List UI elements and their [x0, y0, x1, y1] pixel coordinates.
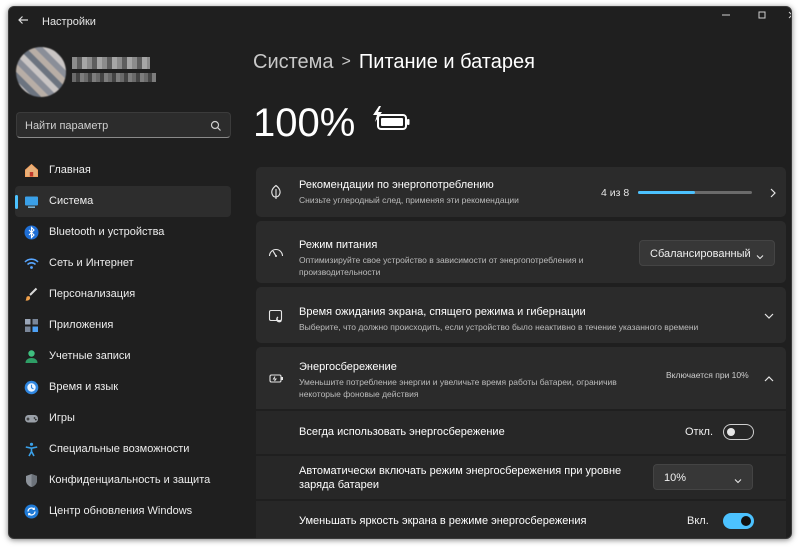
- always-saver-row: Всегда использовать энергосбережение Отк…: [256, 411, 786, 454]
- sidebar-item-time-language[interactable]: Время и язык: [15, 372, 231, 403]
- battery-saver-icon: [268, 370, 284, 386]
- active-indicator: [15, 195, 18, 209]
- power-mode-subtitle: Оптимизируйте свое устройство в зависимо…: [299, 255, 584, 277]
- sidebar-item-label: Специальные возможности: [49, 443, 190, 455]
- sidebar-item-home[interactable]: Главная: [15, 155, 231, 186]
- sidebar-item-windows-update[interactable]: Центр обновления Windows: [15, 496, 231, 527]
- sidebar-nav: Главная Система Bluetooth и устройства С…: [15, 155, 231, 527]
- chevron-down-icon[interactable]: [763, 309, 775, 321]
- breadcrumb-parent[interactable]: Система: [253, 51, 334, 73]
- recommendations-progress-bar: [638, 191, 752, 194]
- recommendations-subtitle: Снизьте углеродный след, применяя эти ре…: [299, 195, 519, 205]
- sidebar-item-label: Центр обновления Windows: [49, 505, 193, 517]
- toggle-knob: [741, 516, 751, 526]
- auto-saver-level-value: 10%: [664, 472, 687, 484]
- sidebar-item-label: Приложения: [49, 319, 114, 331]
- close-icon[interactable]: [785, 10, 791, 22]
- auto-saver-level-dropdown[interactable]: 10%: [653, 464, 753, 490]
- accounts-icon: [24, 349, 39, 364]
- profile-email-blurred: [72, 73, 156, 82]
- screen-timeout-subtitle: Выберите, что должно происходить, если у…: [299, 322, 699, 332]
- gauge-icon: [268, 244, 284, 260]
- sidebar-item-accounts[interactable]: Учетные записи: [15, 341, 231, 372]
- maximize-icon[interactable]: [755, 10, 769, 22]
- app-title: Настройки: [42, 16, 96, 28]
- battery-charging-icon: [369, 106, 413, 134]
- power-mode-card: Режим питания Оптимизируйте свое устройс…: [256, 221, 786, 283]
- progress-fill: [638, 191, 695, 194]
- lower-brightness-label: Уменьшать яркость экрана в режиме энерго…: [299, 515, 587, 527]
- sidebar-item-label: Учетные записи: [49, 350, 131, 362]
- chevron-down-icon: [733, 473, 743, 484]
- sidebar-item-label: Конфиденциальность и защита: [49, 474, 211, 486]
- power-mode-dropdown[interactable]: Сбалансированный: [639, 240, 775, 266]
- sidebar-item-label: Персонализация: [49, 288, 136, 300]
- sidebar-item-label: Система: [49, 195, 94, 207]
- auto-saver-label: Автоматически включать режим энергосбере…: [299, 465, 622, 491]
- sidebar-item-gaming[interactable]: Игры: [15, 403, 231, 434]
- search-icon[interactable]: [210, 119, 222, 131]
- chevron-down-icon: [755, 249, 765, 260]
- sidebar-item-label: Главная: [49, 164, 91, 176]
- screen-timeout-card[interactable]: Время ожидания экрана, спящего режима и …: [256, 287, 786, 343]
- lower-brightness-toggle[interactable]: [723, 513, 754, 529]
- gamepad-icon: [24, 411, 39, 426]
- back-arrow-icon[interactable]: [17, 14, 31, 28]
- sidebar-item-accessibility[interactable]: Специальные возможности: [15, 434, 231, 465]
- sidebar-item-system[interactable]: Система: [15, 186, 231, 217]
- brush-icon: [24, 287, 39, 302]
- sidebar-item-label: Игры: [49, 412, 75, 424]
- bluetooth-icon: [24, 225, 39, 240]
- breadcrumb: Система > Питание и батарея: [253, 51, 535, 74]
- screen-timeout-title: Время ожидания экрана, спящего режима и …: [299, 306, 586, 318]
- battery-saver-title: Энергосбережение: [299, 361, 397, 373]
- lower-brightness-state: Вкл.: [687, 515, 709, 527]
- sidebar-item-personalization[interactable]: Персонализация: [15, 279, 231, 310]
- minimize-icon[interactable]: [719, 10, 733, 22]
- power-mode-value: Сбалансированный: [650, 248, 751, 260]
- toggle-knob: [727, 428, 735, 436]
- title-bar: Настройки: [9, 7, 791, 37]
- search-placeholder: Найти параметр: [25, 120, 109, 132]
- update-icon: [24, 504, 39, 519]
- always-saver-toggle[interactable]: [723, 424, 754, 440]
- sidebar-item-network[interactable]: Сеть и Интернет: [15, 248, 231, 279]
- accessibility-icon: [24, 442, 39, 457]
- sidebar-item-label: Сеть и Интернет: [49, 257, 134, 269]
- avatar[interactable]: [16, 47, 66, 97]
- sidebar-item-bluetooth[interactable]: Bluetooth и устройства: [15, 217, 231, 248]
- sidebar-item-label: Bluetooth и устройства: [49, 226, 165, 238]
- wifi-icon: [24, 256, 39, 271]
- leaf-icon: [268, 184, 284, 200]
- chevron-right-icon[interactable]: [767, 186, 779, 198]
- sidebar-item-label: Время и язык: [49, 381, 119, 393]
- screen-sleep-icon: [268, 308, 284, 324]
- recommendations-title: Рекомендации по энергопотреблению: [299, 179, 494, 191]
- shield-icon: [24, 473, 39, 488]
- recommendations-card[interactable]: Рекомендации по энергопотреблению Снизьт…: [256, 167, 786, 217]
- search-input[interactable]: Найти параметр: [16, 112, 231, 138]
- recommendations-progress-text: 4 из 8: [601, 187, 630, 199]
- sidebar-item-apps[interactable]: Приложения: [15, 310, 231, 341]
- battery-percentage: 100%: [253, 101, 356, 145]
- apps-icon: [24, 318, 39, 333]
- auto-saver-row: Автоматически включать режим энергосбере…: [256, 456, 786, 499]
- battery-saver-subtitle: Уменьшите потребление энергии и увеличьт…: [299, 377, 617, 399]
- time-language-icon: [24, 380, 39, 395]
- battery-saver-status: Включается при 10%: [666, 370, 749, 380]
- always-saver-state: Откл.: [685, 426, 714, 438]
- profile-name-blurred: [72, 57, 150, 69]
- page-title: Питание и батарея: [358, 51, 535, 73]
- always-saver-label: Всегда использовать энергосбережение: [299, 426, 505, 438]
- chevron-up-icon[interactable]: [763, 372, 775, 384]
- battery-saver-card[interactable]: Энергосбережение Уменьшите потребление э…: [256, 347, 786, 409]
- power-mode-title: Режим питания: [299, 239, 378, 251]
- lower-brightness-row: Уменьшать яркость экрана в режиме энерго…: [256, 501, 786, 538]
- sidebar-item-privacy[interactable]: Конфиденциальность и защита: [15, 465, 231, 496]
- breadcrumb-separator: >: [341, 53, 351, 70]
- settings-window: Настройки Найти параметр Главная Система…: [8, 6, 792, 539]
- home-icon: [24, 163, 39, 178]
- system-icon: [24, 194, 39, 209]
